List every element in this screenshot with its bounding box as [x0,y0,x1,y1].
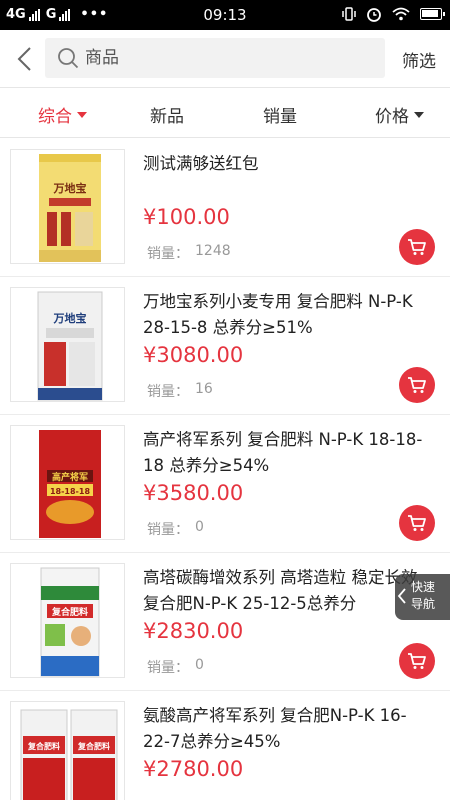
product-title[interactable]: 高塔碳酶增效系列 高塔造粒 稳定长效复合肥N-P-K 25-12-5总养分 [143,565,433,617]
quick-nav-button[interactable]: 快速 导航 [395,574,450,620]
product-price: ¥2830.00 [143,619,244,643]
alarm-icon [367,8,381,22]
svg-text:复合肥料: 复合肥料 [27,741,60,751]
cart-icon [408,239,426,255]
product-item[interactable]: 复合肥料 复合肥料 氨酸高产将军系列 复合肥N-P-K 16-22-7总养分≥4… [0,691,450,800]
search-box[interactable] [45,38,385,78]
product-item[interactable]: 复合肥料 高塔碳酶增效系列 高塔造粒 稳定长效复合肥N-P-K 25-12-5总… [0,553,450,691]
tab-sales[interactable]: 销量 [263,102,297,127]
battery-icon [420,8,445,20]
tab-new[interactable]: 新品 [150,102,184,127]
svg-text:复合肥料: 复合肥料 [51,606,88,618]
vibrate-icon [342,7,356,21]
caret-down-icon [77,111,87,118]
product-sales: 销量： 16 [147,381,213,401]
tab-label: 综合 [38,107,72,127]
status-right [342,6,445,22]
product-image[interactable]: 复合肥料 [10,563,125,678]
sales-count: 16 [195,381,213,397]
product-price: ¥3580.00 [143,481,244,505]
tab-comprehensive[interactable]: 综合 [38,102,87,127]
product-title[interactable]: 氨酸高产将军系列 复合肥N-P-K 16-22-7总养分≥45% [143,703,433,755]
svg-text:高产将军: 高产将军 [52,471,88,483]
caret-down-icon [414,111,424,118]
svg-text:万地宝: 万地宝 [53,311,87,325]
sales-label: 销量： [147,522,189,538]
search-header: 筛选 [0,30,450,88]
product-sales: 销量： 1248 [147,243,231,263]
product-price: ¥2780.00 [143,757,244,781]
product-title[interactable]: 万地宝系列小麦专用 复合肥料 N-P-K 28-15-8 总养分≥51% [143,289,433,341]
product-title[interactable]: 测试满够送红包 [143,151,433,177]
tab-label: 销量 [263,107,297,127]
chevron-left-icon [397,588,406,604]
cart-icon [408,653,426,669]
product-image[interactable]: 万地宝 [10,287,125,402]
add-to-cart-button[interactable] [399,367,435,403]
svg-text:万地宝: 万地宝 [53,181,87,195]
tab-label: 新品 [150,107,184,127]
product-image[interactable]: 复合肥料 复合肥料 [10,701,125,800]
product-sales: 销量： 0 [147,519,204,539]
product-price: ¥100.00 [143,205,230,229]
sales-label: 销量： [147,384,189,400]
wifi-icon [392,7,410,21]
add-to-cart-button[interactable] [399,643,435,679]
product-sales: 销量： 0 [147,657,204,677]
sales-count: 1248 [195,243,231,259]
quick-nav-line-2: 导航 [411,597,436,611]
cart-icon [408,377,426,393]
search-icon [58,48,79,69]
chevron-left-icon[interactable] [10,44,40,74]
product-price: ¥3080.00 [143,343,244,367]
product-item[interactable]: 万地宝 万地宝系列小麦专用 复合肥料 N-P-K 28-15-8 总养分≥51%… [0,277,450,415]
filter-button[interactable]: 筛选 [392,47,446,72]
svg-text:18-18-18: 18-18-18 [50,487,90,496]
status-bar: 4G G ••• 09:13 [0,0,450,30]
search-input[interactable] [85,38,375,78]
add-to-cart-button[interactable] [399,229,435,265]
cart-icon [408,515,426,531]
product-item[interactable]: 高产将军 18-18-18 高产将军系列 复合肥料 N-P-K 18-18-18… [0,415,450,553]
sort-tabs: 综合 新品 销量 价格 [0,88,450,138]
sales-label: 销量： [147,246,189,262]
tab-price[interactable]: 价格 [375,102,424,127]
sales-count: 0 [195,519,204,535]
product-title[interactable]: 高产将军系列 复合肥料 N-P-K 18-18-18 总养分≥54% [143,427,433,479]
tab-label: 价格 [375,107,409,127]
quick-nav-line-1: 快速 [411,580,436,594]
product-image[interactable]: 万地宝 [10,149,125,264]
sales-count: 0 [195,657,204,673]
product-image[interactable]: 高产将军 18-18-18 [10,425,125,540]
add-to-cart-button[interactable] [399,505,435,541]
sales-label: 销量： [147,660,189,676]
product-item[interactable]: 万地宝 测试满够送红包 ¥100.00 销量： 1248 [0,139,450,277]
svg-text:复合肥料: 复合肥料 [77,741,110,751]
